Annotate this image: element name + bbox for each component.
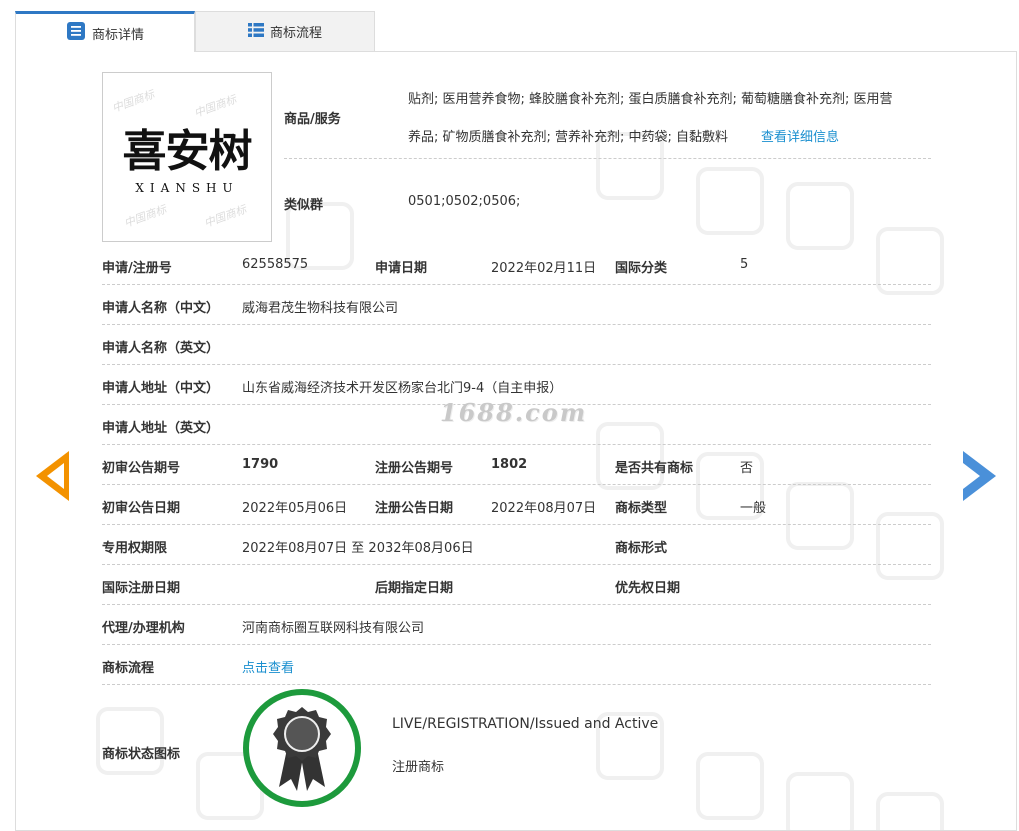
document-icon	[66, 21, 86, 45]
view-flow-link[interactable]: 点击查看	[242, 657, 294, 676]
tab-trademark-detail-label: 商标详情	[91, 27, 144, 43]
applicant-en-label: 申请人名称（英文）	[102, 341, 220, 356]
agent-label: 代理/办理机构	[102, 621, 185, 636]
tab-trademark-flow-label: 商标流程	[269, 26, 322, 41]
logo-text: 喜安树	[122, 126, 253, 177]
registered-status-badge	[243, 689, 361, 807]
similar-group-value: 0501;0502;0506;	[408, 194, 521, 209]
divider	[102, 364, 931, 365]
divider	[102, 644, 931, 645]
site-watermark: 1688.com	[440, 398, 588, 427]
divider	[102, 284, 931, 285]
status-label: 商标状态图标	[102, 747, 181, 762]
divider	[102, 524, 931, 525]
intl-class-label: 国际分类	[615, 261, 668, 276]
type-value: 一般	[740, 501, 767, 516]
reg-pub-date-value: 2022年08月07日	[491, 501, 597, 516]
tab-bar: 商标详情 商标流程	[15, 11, 1017, 52]
detail-panel: 中国商标 中国商标 中国商标 中国商标 喜安树 XIANSHU 商品/服务 贴剂…	[15, 51, 1017, 831]
divider	[284, 158, 931, 159]
logo-watermark: 中国商标	[122, 202, 169, 231]
applicant-cn-value: 威海君茂生物科技有限公司	[242, 301, 399, 316]
prelim-no-label: 初审公告期号	[102, 461, 181, 476]
view-details-link[interactable]: 查看详细信息	[761, 126, 839, 145]
prelim-date-label: 初审公告日期	[102, 501, 181, 516]
address-cn-value: 山东省威海经济技术开发区杨家台北门9-4（自主申报）	[242, 381, 563, 396]
divider	[102, 604, 931, 605]
similar-group-label: 类似群	[284, 198, 324, 213]
goods-label: 商品/服务	[284, 112, 341, 127]
address-cn-label: 申请人地址（中文）	[102, 381, 220, 396]
tab-trademark-flow[interactable]: 商标流程	[195, 11, 375, 51]
applicant-cn-label: 申请人名称（中文）	[102, 301, 220, 316]
agent-value: 河南商标圈互联网科技有限公司	[242, 621, 425, 636]
next-arrow-inner	[963, 463, 980, 489]
exclusive-label: 专用权期限	[102, 541, 168, 556]
logo-watermark: 中国商标	[110, 87, 157, 116]
divider	[102, 684, 931, 685]
previous-arrow-inner	[47, 463, 64, 489]
priority-label: 优先权日期	[615, 581, 681, 596]
status-en-value: LIVE/REGISTRATION/Issued and Active	[392, 716, 659, 732]
apply-date-value: 2022年02月11日	[491, 261, 597, 276]
logo-subtext: XIANSHU	[135, 181, 239, 195]
logo-watermark: 中国商标	[202, 202, 249, 231]
shared-label: 是否共有商标	[615, 461, 694, 476]
trademark-logo: 中国商标 中国商标 中国商标 中国商标 喜安树 XIANSHU	[102, 72, 272, 242]
reg-no-label: 申请/注册号	[102, 261, 172, 276]
award-ribbon-icon	[273, 705, 331, 797]
intl-reg-date-label: 国际注册日期	[102, 581, 181, 596]
goods-line-1: 贴剂; 医用营养食物; 蜂胶膳食补充剂; 蛋白质膳食补充剂; 葡萄糖膳食补充剂;…	[408, 92, 893, 107]
exclusive-value: 2022年08月07日 至 2032年08月06日	[242, 541, 474, 556]
reg-pub-no-value: 1802	[491, 457, 528, 472]
reg-pub-no-label: 注册公告期号	[375, 461, 454, 476]
goods-line-2: 养品; 矿物质膳食补充剂; 营养补充剂; 中药袋; 自黏敷料	[408, 130, 729, 145]
address-en-label: 申请人地址（英文）	[102, 421, 220, 436]
list-icon	[247, 22, 264, 42]
prelim-no-value: 1790	[242, 457, 279, 472]
divider	[102, 444, 931, 445]
reg-no-value: 62558575	[242, 257, 309, 272]
form-label: 商标形式	[615, 541, 668, 556]
divider	[102, 564, 931, 565]
flow-label: 商标流程	[102, 661, 155, 676]
reg-pub-date-label: 注册公告日期	[375, 501, 454, 516]
later-date-label: 后期指定日期	[375, 581, 454, 596]
intl-class-value: 5	[740, 257, 749, 272]
apply-date-label: 申请日期	[375, 261, 428, 276]
divider	[102, 484, 931, 485]
shared-value: 否	[740, 461, 754, 476]
tab-trademark-detail[interactable]: 商标详情	[15, 11, 195, 52]
prelim-date-value: 2022年05月06日	[242, 501, 348, 516]
status-cn-value: 注册商标	[392, 760, 445, 775]
divider	[102, 324, 931, 325]
type-label: 商标类型	[615, 501, 668, 516]
